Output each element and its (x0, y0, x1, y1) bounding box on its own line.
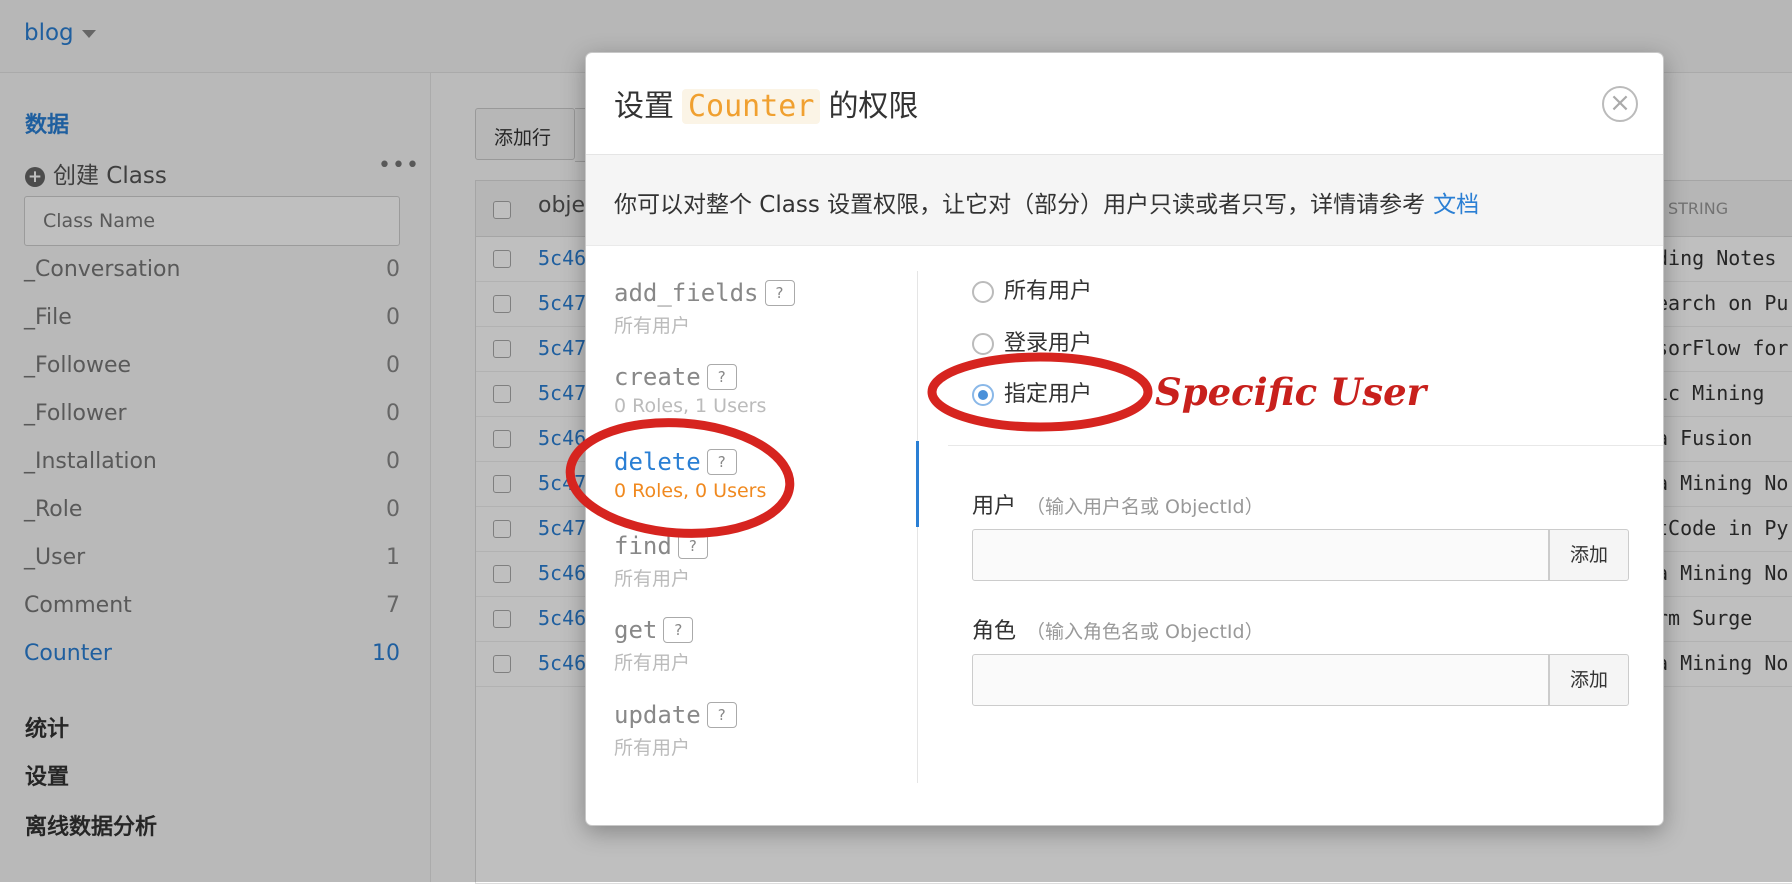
specific-user-highlight-ellipse (927, 352, 1153, 432)
app: blog 数据 +创建 Class ••• _Conversation0 _Fi… (0, 0, 1792, 884)
annotation-overlay (565, 352, 1153, 538)
annotation-label: Specific User (1155, 370, 1427, 414)
delete-highlight-ellipse (565, 418, 795, 538)
